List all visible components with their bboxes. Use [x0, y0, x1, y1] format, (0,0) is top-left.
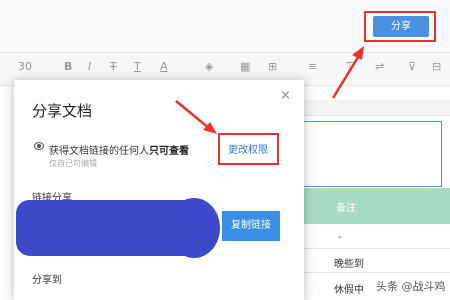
watermark: 头条 @战斗鸡: [376, 278, 446, 294]
annotation-arrows: [175, 46, 364, 134]
arrow-to-share-line: [331, 53, 362, 99]
watermark-platform: 头条: [376, 280, 398, 293]
arrow-to-share-head: [352, 46, 364, 60]
arrow-to-permission-line: [175, 100, 211, 130]
watermark-account: @战斗鸡: [401, 280, 446, 293]
